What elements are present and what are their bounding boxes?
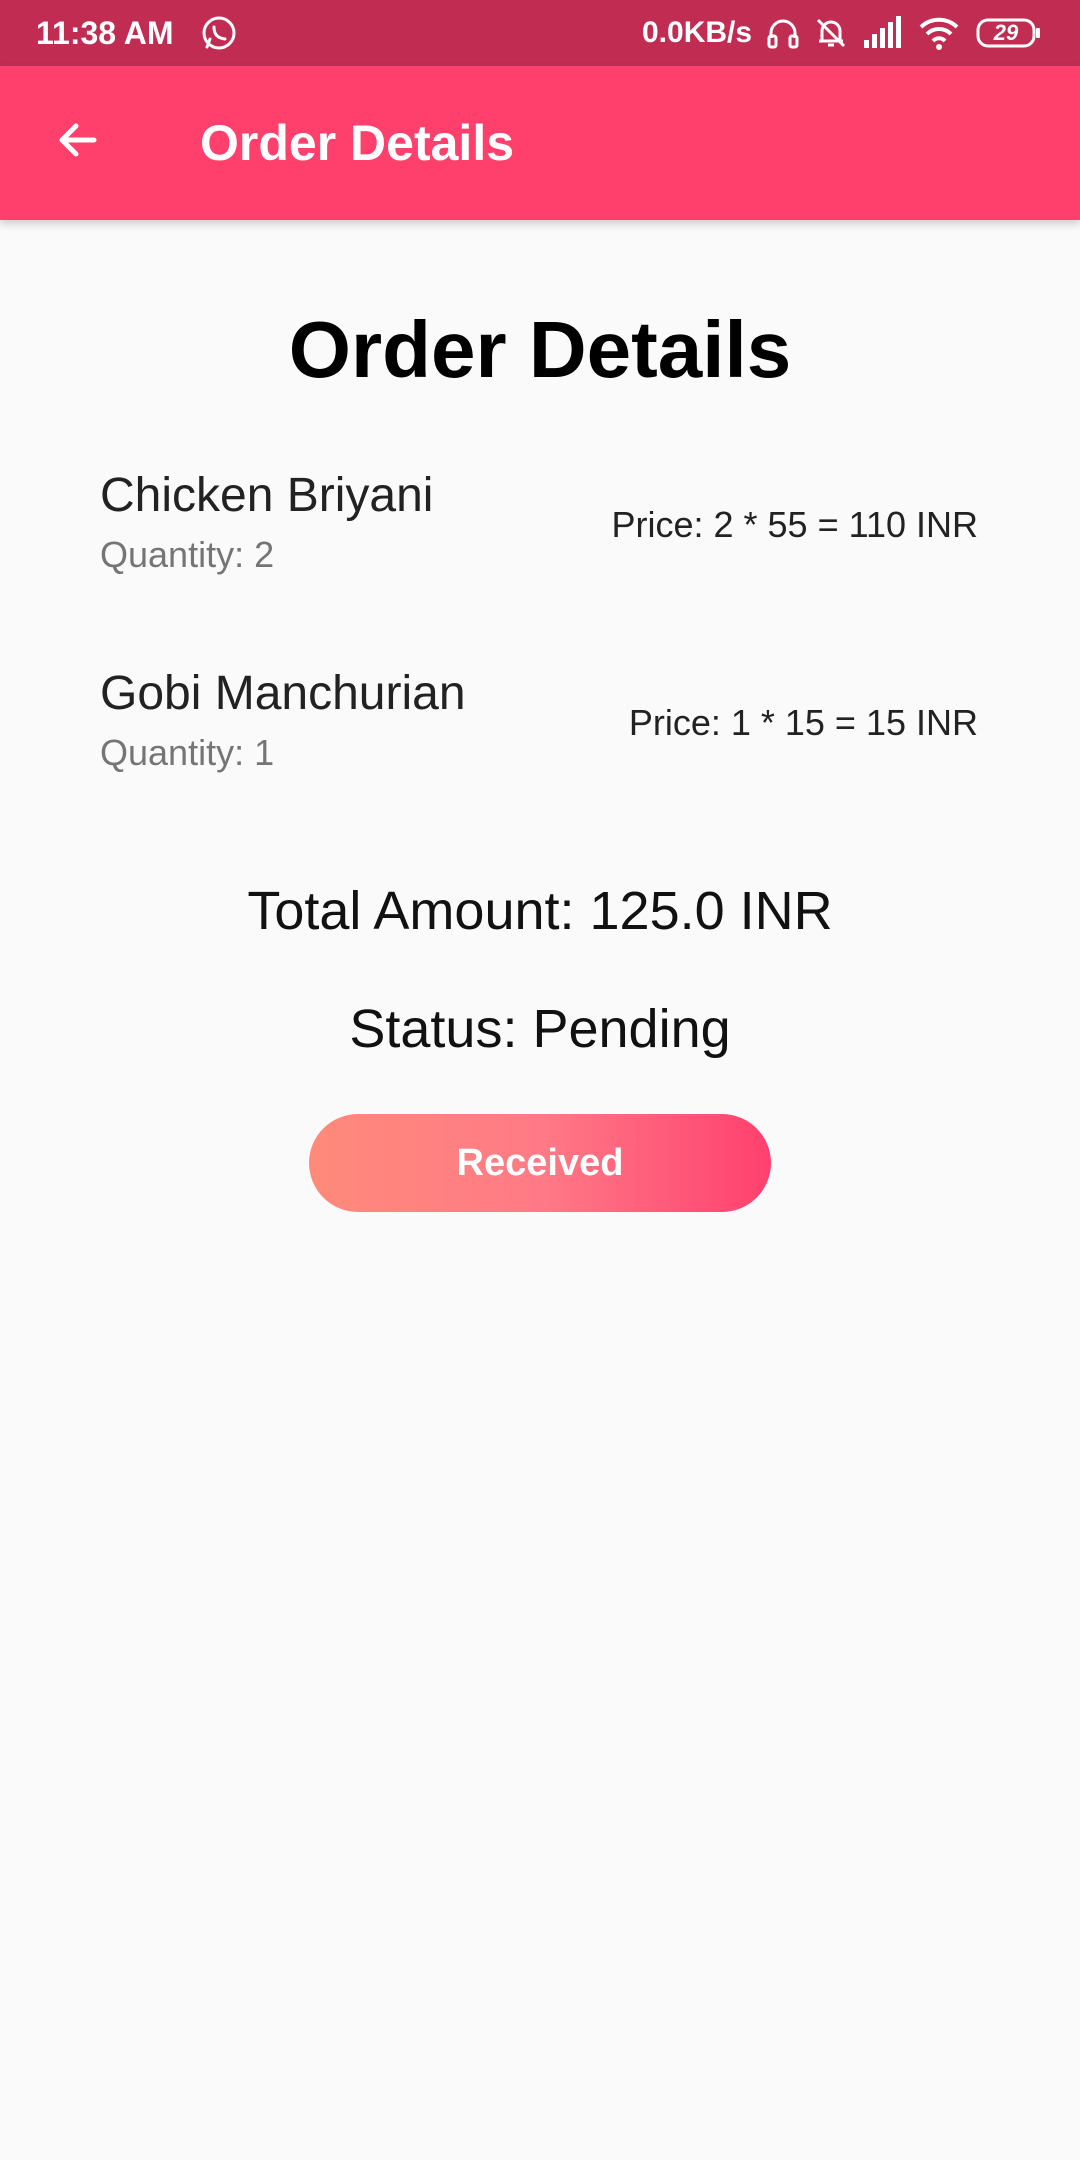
app-bar: Order Details bbox=[0, 66, 1080, 220]
battery-level: 29 bbox=[993, 20, 1019, 45]
bell-off-icon bbox=[812, 14, 850, 52]
signal-icon bbox=[862, 14, 901, 52]
wifi-icon bbox=[918, 14, 959, 52]
received-button[interactable]: Received bbox=[309, 1114, 771, 1212]
item-quantity: Quantity: 1 bbox=[100, 732, 275, 773]
order-status: Status: Pending bbox=[349, 999, 731, 1059]
status-bar: 11:38 AM 0.0KB/s 29 bbox=[0, 0, 1080, 66]
network-speed: 0.0KB/s bbox=[642, 16, 753, 49]
item-price: Price: 2 * 55 = 110 INR bbox=[611, 504, 978, 545]
status-time: 11:38 AM bbox=[36, 15, 174, 51]
total-amount: Total Amount: 125.0 INR bbox=[247, 881, 833, 941]
back-button[interactable] bbox=[38, 102, 118, 182]
whatsapp-icon bbox=[200, 14, 238, 52]
item-name: Gobi Manchurian bbox=[100, 667, 466, 720]
page-title: Order Details bbox=[288, 305, 792, 394]
arrow-back-icon bbox=[54, 116, 102, 169]
item-quantity: Quantity: 2 bbox=[100, 534, 275, 575]
headphones-icon bbox=[764, 14, 802, 52]
item-name: Chicken Briyani bbox=[100, 469, 434, 522]
app-bar-title: Order Details bbox=[200, 115, 515, 171]
item-price: Price: 1 * 15 = 15 INR bbox=[628, 702, 978, 743]
